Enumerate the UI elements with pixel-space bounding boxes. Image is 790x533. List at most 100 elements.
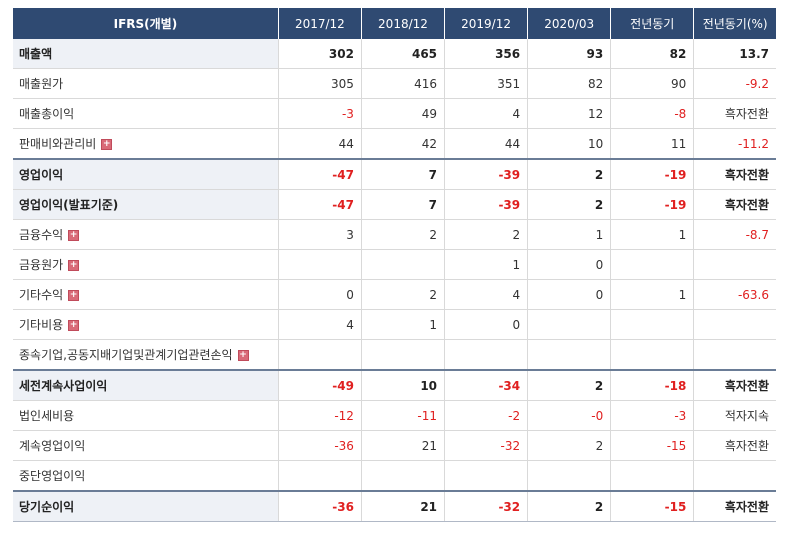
table-row: 금융수익 +3 2 2 1 1 -8.7 (13, 219, 776, 250)
value-cell (693, 249, 776, 280)
row-label: 법인세비용 (13, 400, 279, 431)
column-header-yoy: 전년동기 (610, 8, 695, 39)
row-label: 금융수익 + (13, 219, 279, 250)
row-label-text: 중단영업이익 (19, 469, 86, 483)
plus-icon[interactable]: + (68, 320, 80, 331)
row-label-text: 영업이익(발표기준) (19, 198, 119, 212)
value-cell: 21 (361, 430, 446, 461)
value-cell: 11 (610, 128, 695, 160)
column-header-2018-12[interactable]: 2018/12 (361, 8, 446, 39)
value-cell: -3 (278, 98, 362, 129)
value-cell: 21 (361, 490, 446, 522)
table-row: 매출총이익 -3 49 4 12 -8 흑자전환 (13, 98, 776, 129)
value-cell: 7 (361, 189, 446, 220)
value-cell (693, 460, 776, 492)
value-cell: -0 (527, 400, 612, 431)
row-label-text: 매출총이익 (19, 107, 75, 121)
value-cell: -3 (610, 400, 695, 431)
column-header-2017-12[interactable]: 2017/12 (278, 8, 362, 39)
value-cell: 4 (444, 98, 529, 129)
value-cell: 0 (527, 249, 612, 280)
table-row: 계속영업이익 -36 21 -32 2 -15 흑자전환 (13, 430, 776, 461)
value-cell: 2 (527, 158, 612, 190)
value-cell: -11.2 (693, 128, 776, 160)
value-cell: -47 (278, 189, 362, 220)
value-cell: 2 (444, 219, 529, 250)
row-label: 매출액 (13, 39, 279, 69)
row-label-text: 종속기업,공동지배기업및관계기업관련손익 (19, 348, 233, 362)
row-label: 영업이익 (13, 158, 279, 190)
table-row: 판매비와관리비 +44 42 44 10 11 -11.2 (13, 128, 776, 160)
value-cell: 7 (361, 158, 446, 190)
value-cell: -2 (444, 400, 529, 431)
row-label: 계속영업이익 (13, 430, 279, 461)
value-cell: 1 (610, 279, 695, 310)
value-cell (444, 460, 529, 492)
value-cell: -8.7 (693, 219, 776, 250)
plus-icon[interactable]: + (101, 139, 113, 150)
table-row: 종속기업,공동지배기업및관계기업관련손익 + (13, 339, 776, 371)
income-statement-table: IFRS(개별) 2017/12 2018/12 2019/12 2020/03… (13, 8, 776, 522)
value-cell (693, 309, 776, 340)
value-cell (527, 460, 612, 492)
value-cell: -19 (610, 189, 695, 220)
row-label-text: 계속영업이익 (19, 439, 86, 453)
value-cell (610, 249, 695, 280)
value-cell: 2 (361, 279, 446, 310)
row-label-text: 세전계속사업이익 (19, 379, 108, 393)
value-cell: 1 (527, 219, 612, 250)
row-label-text: 금융수익 (19, 228, 64, 242)
value-cell: 0 (278, 279, 362, 310)
value-cell: -36 (278, 490, 362, 522)
column-header-2020-03[interactable]: 2020/03 (527, 8, 612, 39)
value-cell: -9.2 (693, 68, 776, 99)
row-label: 세전계속사업이익 (13, 369, 279, 401)
row-label: 매출원가 (13, 68, 279, 99)
value-cell: 흑자전환 (693, 189, 776, 220)
value-cell (278, 460, 362, 492)
table-row: 매출액 302 465 356 93 82 13.7 (13, 39, 776, 69)
value-cell: -32 (444, 490, 529, 522)
plus-icon[interactable]: + (68, 260, 80, 271)
table-row: 법인세비용 -12 -11 -2 -0 -3 적자지속 (13, 400, 776, 431)
table-row: 영업이익(발표기준) -47 7 -39 2 -19 흑자전환 (13, 189, 776, 220)
value-cell: -36 (278, 430, 362, 461)
value-cell: 93 (527, 39, 612, 69)
value-cell: 82 (527, 68, 612, 99)
value-cell: 3 (278, 219, 362, 250)
table-row: 기타비용 +4 1 0 (13, 309, 776, 340)
value-cell: 49 (361, 98, 446, 129)
plus-icon[interactable]: + (68, 290, 80, 301)
value-cell (527, 309, 612, 340)
value-cell: 302 (278, 39, 362, 69)
value-cell: -39 (444, 189, 529, 220)
value-cell (361, 460, 446, 492)
value-cell: 2 (361, 219, 446, 250)
value-cell: 0 (527, 279, 612, 310)
column-header-ifrs: IFRS(개별) (13, 8, 279, 39)
table-row: 영업이익 -47 7 -39 2 -19 흑자전환 (13, 158, 776, 190)
row-label-text: 당기순이익 (19, 500, 75, 514)
row-label-text: 법인세비용 (19, 409, 75, 423)
value-cell (278, 249, 362, 280)
value-cell (444, 339, 529, 371)
value-cell: 82 (610, 39, 695, 69)
row-label-text: 금융원가 (19, 258, 64, 272)
value-cell: 흑자전환 (693, 430, 776, 461)
table-row: 매출원가 305 416 351 82 90 -9.2 (13, 68, 776, 99)
value-cell (361, 339, 446, 371)
value-cell: 4 (444, 279, 529, 310)
table-row: 금융원가 +1 0 (13, 249, 776, 280)
value-cell: 1 (444, 249, 529, 280)
value-cell (278, 339, 362, 371)
plus-icon[interactable]: + (237, 350, 249, 361)
value-cell: -32 (444, 430, 529, 461)
value-cell: -19 (610, 158, 695, 190)
value-cell: -15 (610, 430, 695, 461)
column-header-yoy-pct: 전년동기(%) (693, 8, 776, 39)
plus-icon[interactable]: + (68, 230, 80, 241)
column-header-2019-12[interactable]: 2019/12 (444, 8, 529, 39)
value-cell: 2 (527, 430, 612, 461)
value-cell: 흑자전환 (693, 158, 776, 190)
value-cell (527, 339, 612, 371)
